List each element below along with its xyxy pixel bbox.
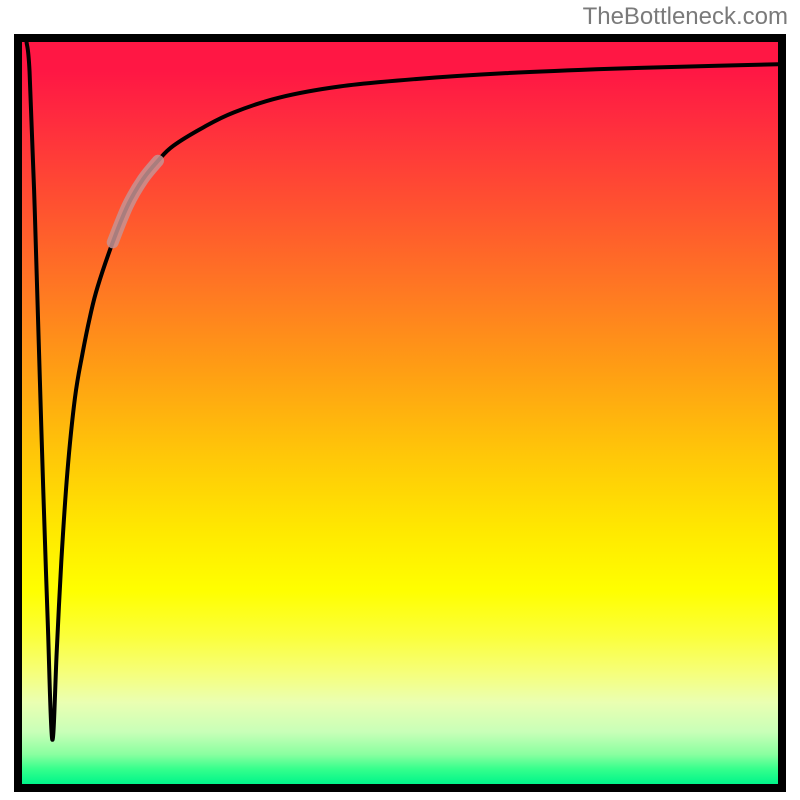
chart-container: TheBottleneck.com (0, 0, 800, 800)
gradient-background (22, 42, 778, 784)
plot-area (14, 34, 786, 792)
watermark-text: TheBottleneck.com (583, 3, 788, 31)
